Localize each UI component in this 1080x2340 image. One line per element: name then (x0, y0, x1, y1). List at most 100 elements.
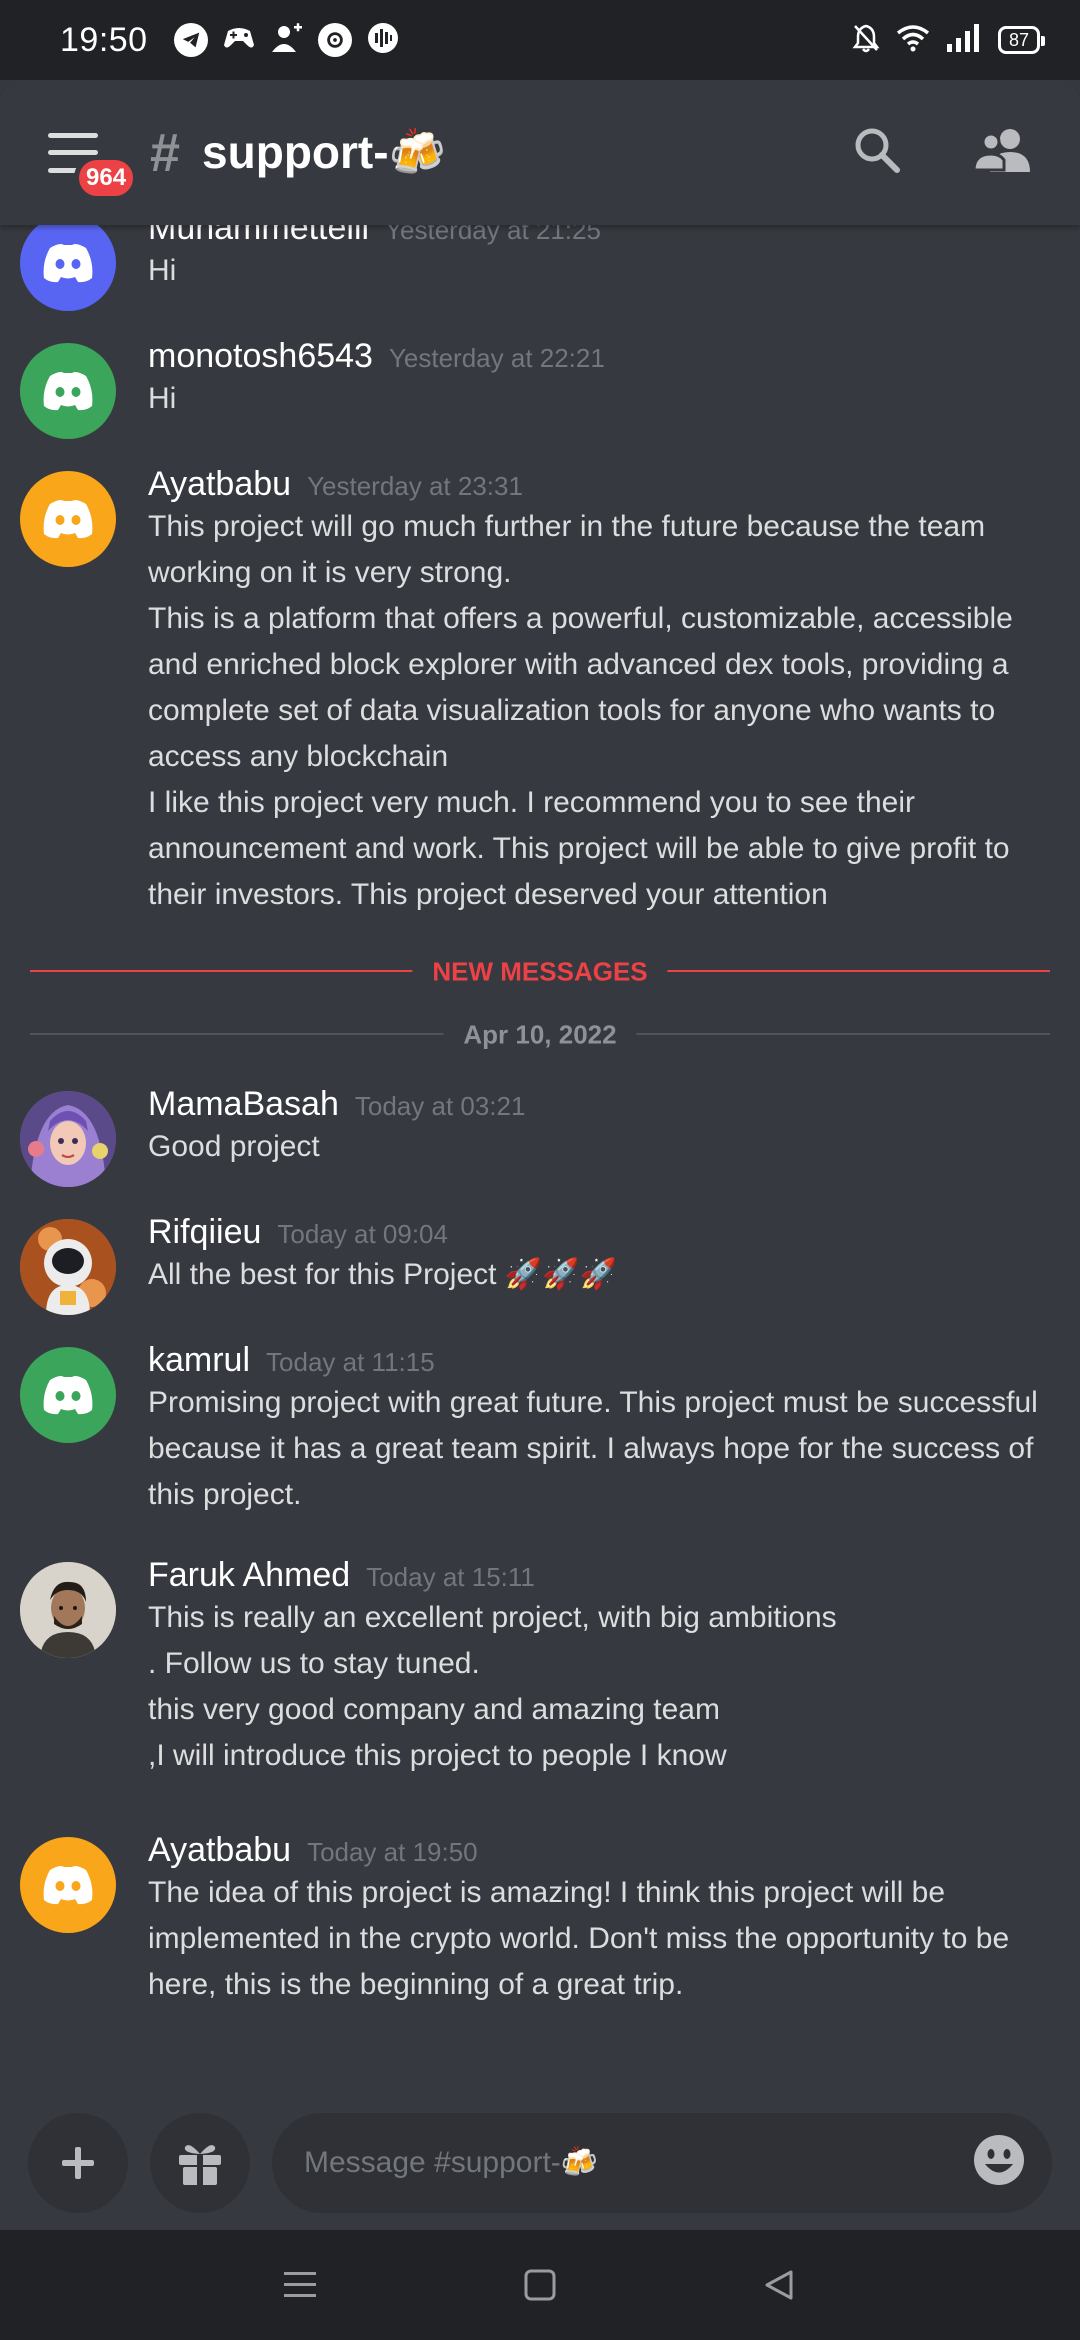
discord-logo-icon (43, 372, 93, 411)
message-text: Promising project with great future. Thi… (148, 1386, 1038, 1419)
timestamp: Today at 11:15 (266, 1347, 435, 1377)
message-text: implemented in the crypto world. Don't m… (148, 1922, 1010, 1955)
podcast-icon (366, 21, 400, 60)
message-list[interactable]: Muhammettelli Yesterday at 21:25 Hi monot… (0, 225, 1080, 2095)
timestamp: Yesterday at 23:31 (307, 471, 523, 501)
new-messages-divider: NEW MESSAGES (30, 956, 1050, 988)
discord-logo-icon (43, 1376, 93, 1415)
timestamp: Today at 09:04 (277, 1219, 448, 1249)
channel-header: 964 # support-🍻 (0, 80, 1080, 225)
message-text: this very good company and amazing team (148, 1693, 720, 1726)
message-text: Hi (148, 254, 177, 287)
date-label: Apr 10, 2022 (443, 1019, 637, 1051)
avatar[interactable] (20, 1562, 116, 1658)
search-icon (855, 128, 900, 173)
message-text: This is really an excellent project, wit… (148, 1601, 837, 1634)
plus-icon (62, 2146, 94, 2179)
gift-button[interactable] (150, 2112, 250, 2213)
message-input-container[interactable] (272, 2112, 1052, 2213)
emoji-icon (974, 2135, 1024, 2185)
discord-logo-icon (43, 244, 93, 283)
avatar[interactable] (20, 225, 116, 311)
notifications-off-icon (852, 23, 880, 58)
author-name[interactable]: monotosh6543 (148, 337, 373, 376)
message-text: this project. (148, 1478, 302, 1511)
avatar[interactable] (20, 1091, 116, 1187)
signal-icon (946, 23, 982, 57)
timestamp: Yesterday at 21:25 (385, 225, 601, 245)
back-button[interactable] (740, 2245, 820, 2325)
message-text: because it has a great team spirit. I al… (148, 1432, 1034, 1465)
search-button[interactable] (852, 125, 902, 180)
author-name[interactable]: Faruk Ahmed (148, 1556, 350, 1595)
telegram-icon (173, 23, 208, 57)
anime-avatar-icon (20, 1091, 116, 1187)
astronaut-avatar-icon (20, 1219, 116, 1315)
message-text: their investors. This project deserved y… (148, 878, 828, 911)
person-add-icon (270, 22, 304, 59)
avatar[interactable] (20, 343, 116, 439)
message-text: This is a platform that offers a powerfu… (148, 602, 1013, 635)
message-text: All the best for this Project 🚀🚀🚀 (148, 1258, 617, 1291)
message-text: Hi (148, 382, 177, 415)
channel-title: support-🍻 (202, 126, 446, 178)
message-text: and enriched block explorer with advance… (148, 648, 1009, 681)
message-text: here, this is the beginning of a great t… (148, 1968, 684, 2001)
hamburger-line (48, 132, 98, 138)
message-text: complete set of data visualization tools… (148, 694, 996, 727)
profile-photo-icon (20, 1562, 116, 1658)
system-navigation-bar (0, 2230, 1080, 2340)
author-name[interactable]: Ayatbabu (148, 1831, 291, 1870)
message-text: ,I will introduce this project to people… (148, 1739, 727, 1772)
battery-icon: 87 (997, 26, 1046, 54)
message-text: The idea of this project is amazing! I t… (148, 1876, 946, 1909)
menu-button[interactable]: 964 (48, 132, 139, 201)
members-icon (972, 129, 1030, 172)
avatar[interactable] (20, 471, 116, 567)
status-bar: 19:50 87 (0, 0, 1080, 80)
timestamp: Today at 19:50 (307, 1837, 478, 1867)
avatar[interactable] (20, 1219, 116, 1315)
emoji-button[interactable] (972, 2133, 1026, 2192)
members-button[interactable] (972, 126, 1030, 179)
message-text: Good project (148, 1130, 320, 1163)
author-name[interactable]: MamaBasah (148, 1085, 339, 1124)
date-divider: Apr 10, 2022 (30, 1019, 1050, 1051)
timestamp: Today at 03:21 (354, 1091, 526, 1121)
clock: 19:50 (60, 20, 148, 59)
gift-icon (179, 2144, 221, 2185)
message-text: This project will go much further in the… (148, 510, 986, 543)
discord-logo-icon (43, 500, 93, 539)
author-name[interactable]: Muhammettelli (148, 225, 369, 248)
avatar[interactable] (20, 1347, 116, 1443)
system-indicators: 87 (852, 23, 1046, 58)
message-text: access any blockchain (148, 740, 449, 773)
author-name[interactable]: Rifqiieu (148, 1213, 261, 1252)
message-text: . Follow us to stay tuned. (148, 1647, 480, 1680)
wifi-icon (896, 24, 930, 57)
author-name[interactable]: Ayatbabu (148, 465, 291, 504)
discord-logo-icon (43, 1866, 93, 1905)
back-triangle-icon (765, 2270, 793, 2300)
message-text: working on it is very strong. (148, 556, 512, 589)
recent-apps-button[interactable] (260, 2245, 340, 2325)
author-name[interactable]: kamrul (148, 1341, 250, 1380)
game-controller-icon (222, 23, 256, 58)
message-input[interactable] (304, 2145, 972, 2180)
timestamp: Today at 15:11 (366, 1562, 535, 1592)
avatar[interactable] (20, 1837, 116, 1933)
hamburger-line (48, 150, 98, 155)
chat-bot-icon (317, 23, 352, 57)
square-icon (524, 2269, 556, 2301)
channel-hash-icon: # (150, 122, 181, 183)
home-button[interactable] (500, 2245, 580, 2325)
notification-icons (173, 21, 400, 60)
timestamp: Yesterday at 22:21 (388, 343, 605, 373)
message-text: announcement and work. This project will… (148, 832, 1010, 865)
unread-badge: 964 (74, 154, 139, 201)
message-composer (0, 2095, 1080, 2230)
message-text: I like this project very much. I recomme… (148, 786, 915, 819)
menu-lines-icon (284, 2272, 316, 2297)
add-attachment-button[interactable] (28, 2112, 128, 2213)
new-messages-label: NEW MESSAGES (412, 956, 668, 988)
